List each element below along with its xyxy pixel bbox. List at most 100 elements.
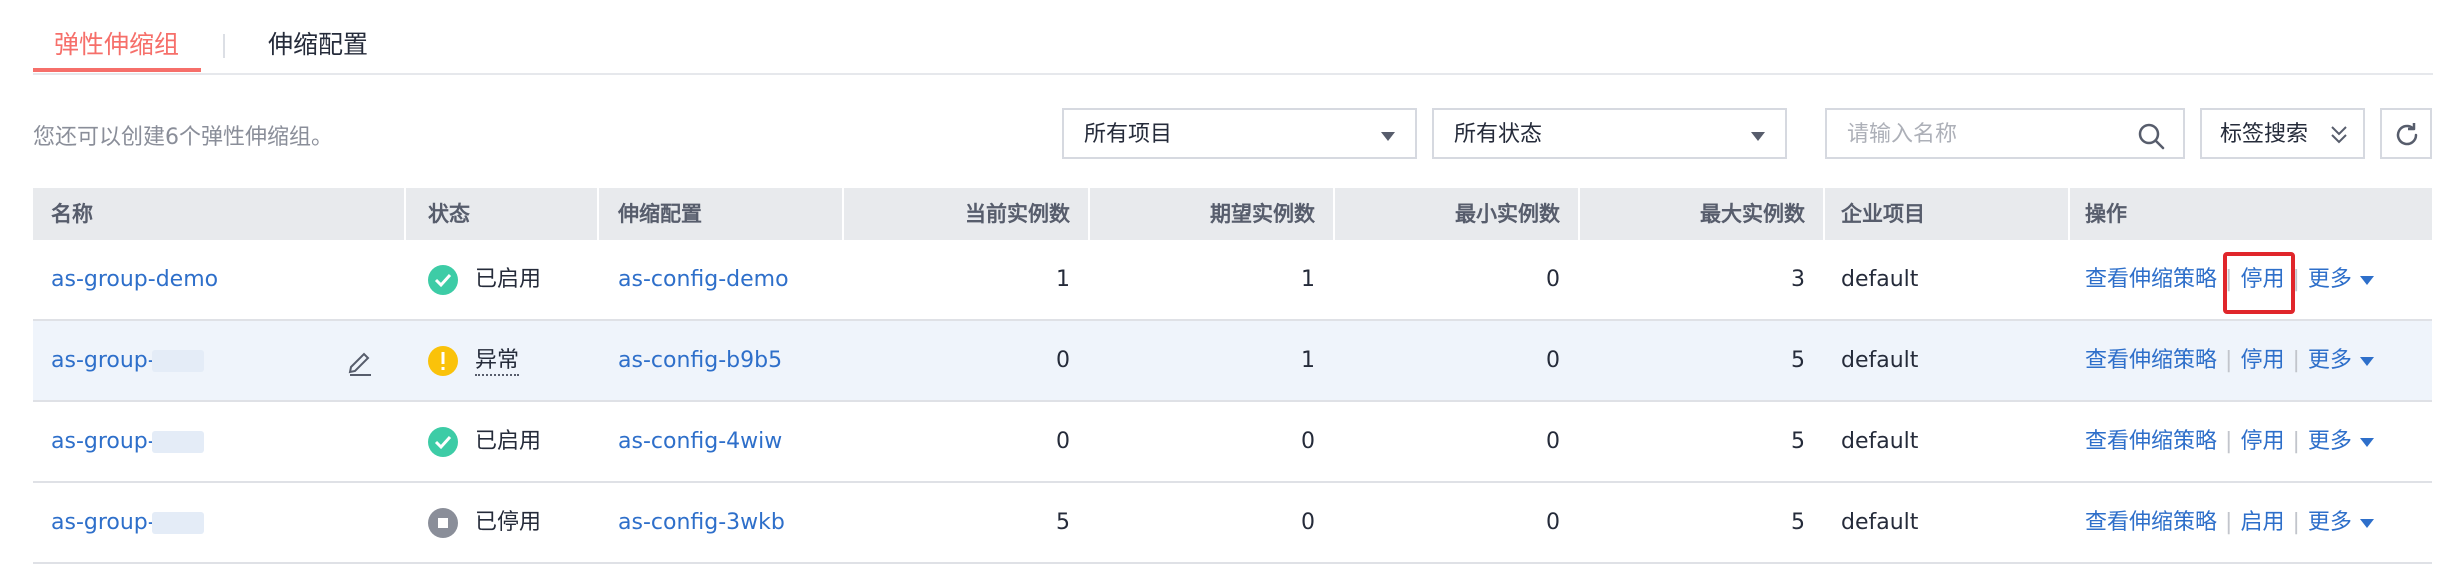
view-policy-link[interactable]: 查看伸缩策略 bbox=[2085, 402, 2217, 482]
action-divider: | bbox=[2292, 429, 2300, 454]
config-link[interactable]: as-config-3wkb bbox=[618, 483, 785, 563]
enterprise-project: default bbox=[1841, 267, 1919, 292]
status-enabled-icon bbox=[428, 265, 458, 295]
status-text: 已启用 bbox=[475, 429, 542, 454]
more-label: 更多 bbox=[2307, 348, 2352, 373]
status-error-icon bbox=[428, 346, 458, 376]
start-link[interactable]: 启用 bbox=[2240, 483, 2284, 563]
max-instances: 5 bbox=[1791, 429, 1805, 454]
desired-instances: 1 bbox=[1301, 348, 1315, 373]
more-label: 更多 bbox=[2307, 510, 2352, 535]
column-divider bbox=[597, 188, 599, 240]
more-menu[interactable]: 更多 bbox=[2308, 402, 2374, 482]
status-select[interactable]: 所有状态 bbox=[1432, 108, 1787, 159]
tab-as-configs[interactable]: 伸缩配置 bbox=[268, 28, 368, 62]
column-header-current[interactable]: 当前实例数 bbox=[863, 188, 1070, 240]
tab-as-groups[interactable]: 弹性伸缩组 bbox=[54, 28, 179, 62]
highlight-annotation-box bbox=[2223, 252, 2295, 314]
column-divider bbox=[1088, 188, 1090, 240]
column-divider bbox=[2068, 188, 2070, 240]
enterprise-project: default bbox=[1841, 348, 1919, 373]
column-divider bbox=[1823, 188, 1825, 240]
active-tab-indicator bbox=[33, 68, 201, 72]
table-header: 名称 状态 伸缩配置 当前实例数 期望实例数 最小实例数 最大实例数 企业项目 … bbox=[33, 188, 2432, 240]
column-divider bbox=[1578, 188, 1580, 240]
max-instances: 5 bbox=[1791, 348, 1805, 373]
action-divider: | bbox=[2225, 510, 2233, 535]
caret-down-icon bbox=[1751, 132, 1765, 141]
group-name-text: as-group- bbox=[51, 348, 156, 373]
refresh-icon bbox=[2396, 123, 2418, 146]
status-text[interactable]: 异常 bbox=[475, 321, 520, 401]
view-policy-link[interactable]: 查看伸缩策略 bbox=[2085, 240, 2217, 320]
desired-instances: 1 bbox=[1301, 267, 1315, 292]
group-name-text: as-group- bbox=[51, 429, 156, 454]
column-header-config[interactable]: 伸缩配置 bbox=[618, 188, 702, 240]
caret-down-icon bbox=[2359, 518, 2374, 528]
redacted-block bbox=[151, 350, 204, 372]
column-header-status[interactable]: 状态 bbox=[428, 188, 470, 240]
min-instances: 0 bbox=[1546, 510, 1560, 535]
group-name-link[interactable]: as-group- bbox=[51, 402, 204, 482]
caret-down-icon bbox=[2359, 356, 2374, 366]
status-text: 已启用 bbox=[475, 267, 542, 292]
redacted-block bbox=[151, 431, 204, 453]
action-divider: | bbox=[2292, 510, 2300, 535]
search-input[interactable]: 请输入名称 bbox=[1825, 108, 2185, 159]
more-menu[interactable]: 更多 bbox=[2308, 483, 2374, 563]
column-header-desired[interactable]: 期望实例数 bbox=[1108, 188, 1315, 240]
double-chevron-down-icon bbox=[2331, 126, 2347, 144]
desired-instances: 0 bbox=[1301, 429, 1315, 454]
table-row: as-group- 已启用 as-config-4wiw 0 0 0 5 def… bbox=[33, 402, 2432, 483]
group-name-link[interactable]: as-group- bbox=[51, 321, 204, 401]
caret-down-icon bbox=[2359, 275, 2374, 285]
max-instances: 3 bbox=[1791, 267, 1805, 292]
more-menu[interactable]: 更多 bbox=[2308, 321, 2374, 401]
status-select-value: 所有状态 bbox=[1454, 122, 1543, 147]
config-link[interactable]: as-config-b9b5 bbox=[618, 321, 782, 401]
edit-icon[interactable] bbox=[345, 346, 375, 376]
column-header-name[interactable]: 名称 bbox=[51, 188, 93, 240]
refresh-button[interactable] bbox=[2380, 108, 2432, 159]
max-instances: 5 bbox=[1791, 510, 1805, 535]
column-header-min[interactable]: 最小实例数 bbox=[1353, 188, 1560, 240]
min-instances: 0 bbox=[1546, 348, 1560, 373]
column-divider bbox=[404, 188, 406, 240]
status-stopped-icon bbox=[428, 508, 458, 538]
enterprise-project: default bbox=[1841, 429, 1919, 454]
column-divider bbox=[842, 188, 844, 240]
project-select[interactable]: 所有项目 bbox=[1062, 108, 1417, 159]
caret-down-icon bbox=[1381, 132, 1395, 141]
column-header-max[interactable]: 最大实例数 bbox=[1598, 188, 1805, 240]
column-divider bbox=[1333, 188, 1335, 240]
stop-link[interactable]: 停用 bbox=[2240, 402, 2284, 482]
row-actions: 查看伸缩策略 | 停用 | 更多 bbox=[2085, 321, 2374, 401]
redacted-block bbox=[151, 512, 204, 534]
table-row: as-group-demo 已启用 as-config-demo 1 1 0 3… bbox=[33, 240, 2432, 321]
min-instances: 0 bbox=[1546, 267, 1560, 292]
tag-search-label: 标签搜索 bbox=[2220, 122, 2309, 147]
search-placeholder: 请输入名称 bbox=[1847, 122, 1958, 147]
stop-link[interactable]: 停用 bbox=[2240, 321, 2284, 401]
more-menu[interactable]: 更多 bbox=[2308, 240, 2374, 320]
status-text: 已停用 bbox=[475, 510, 542, 535]
view-policy-link[interactable]: 查看伸缩策略 bbox=[2085, 483, 2217, 563]
group-name-link[interactable]: as-group- bbox=[51, 483, 204, 563]
more-label: 更多 bbox=[2307, 267, 2352, 292]
group-name-link[interactable]: as-group-demo bbox=[51, 240, 218, 320]
enterprise-project: default bbox=[1841, 510, 1919, 535]
column-header-project[interactable]: 企业项目 bbox=[1841, 188, 1925, 240]
action-divider: | bbox=[2292, 348, 2300, 373]
tab-divider bbox=[223, 34, 225, 58]
row-actions: 查看伸缩策略 | 停用 | 更多 bbox=[2085, 402, 2374, 482]
search-icon[interactable] bbox=[2137, 122, 2165, 150]
caret-down-icon bbox=[2359, 437, 2374, 447]
config-link[interactable]: as-config-demo bbox=[618, 240, 789, 320]
min-instances: 0 bbox=[1546, 429, 1560, 454]
action-divider: | bbox=[2225, 348, 2233, 373]
column-header-actions: 操作 bbox=[2085, 202, 2127, 226]
config-link[interactable]: as-config-4wiw bbox=[618, 402, 782, 482]
view-policy-link[interactable]: 查看伸缩策略 bbox=[2085, 321, 2217, 401]
tag-search-button[interactable]: 标签搜索 bbox=[2200, 108, 2365, 159]
action-divider: | bbox=[2225, 429, 2233, 454]
